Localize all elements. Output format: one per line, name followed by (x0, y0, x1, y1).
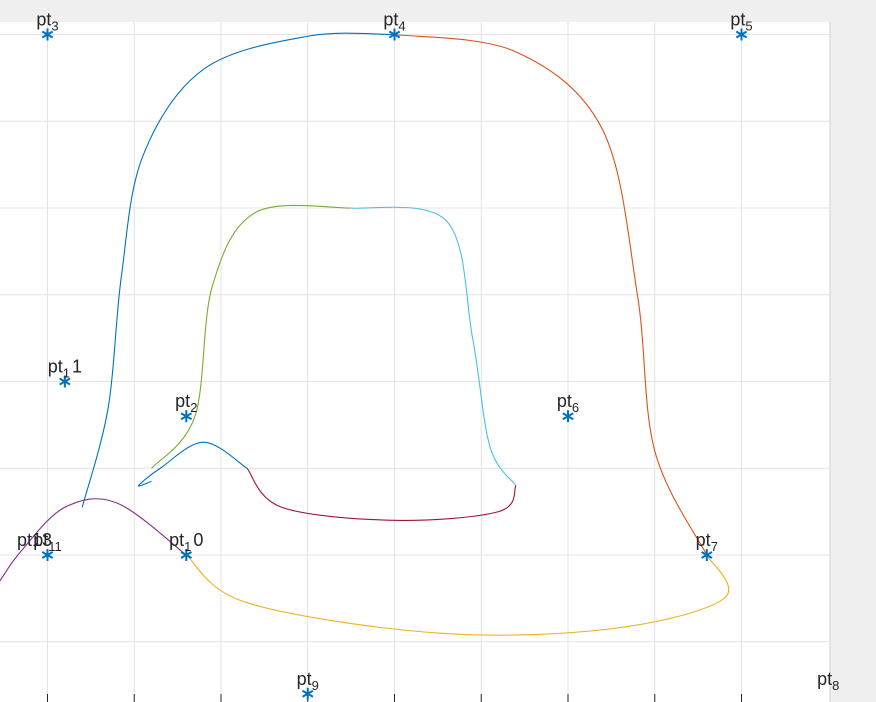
chart-canvas: pt3 pt4 pt5pt1 1pt2 pt6pt11pt13 pt1 0 pt7pt9 pt8 (0, 0, 876, 702)
axes (0, 22, 831, 702)
axes-background (0, 22, 830, 702)
point-label: pt13 (17, 530, 52, 550)
